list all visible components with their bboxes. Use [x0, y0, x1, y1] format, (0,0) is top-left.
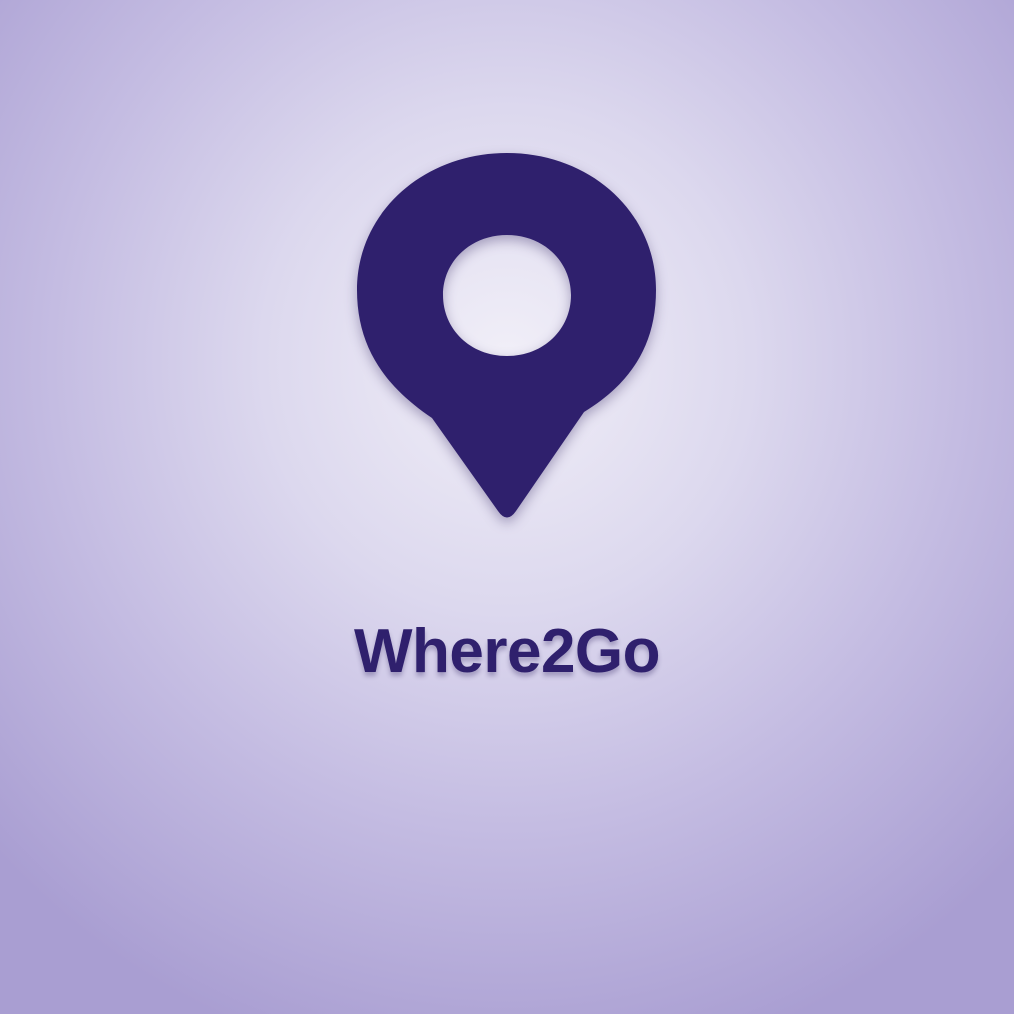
map-pin-icon	[340, 140, 674, 540]
splash-screen: Where2Go	[0, 0, 1014, 1014]
app-name: Where2Go	[353, 617, 661, 686]
